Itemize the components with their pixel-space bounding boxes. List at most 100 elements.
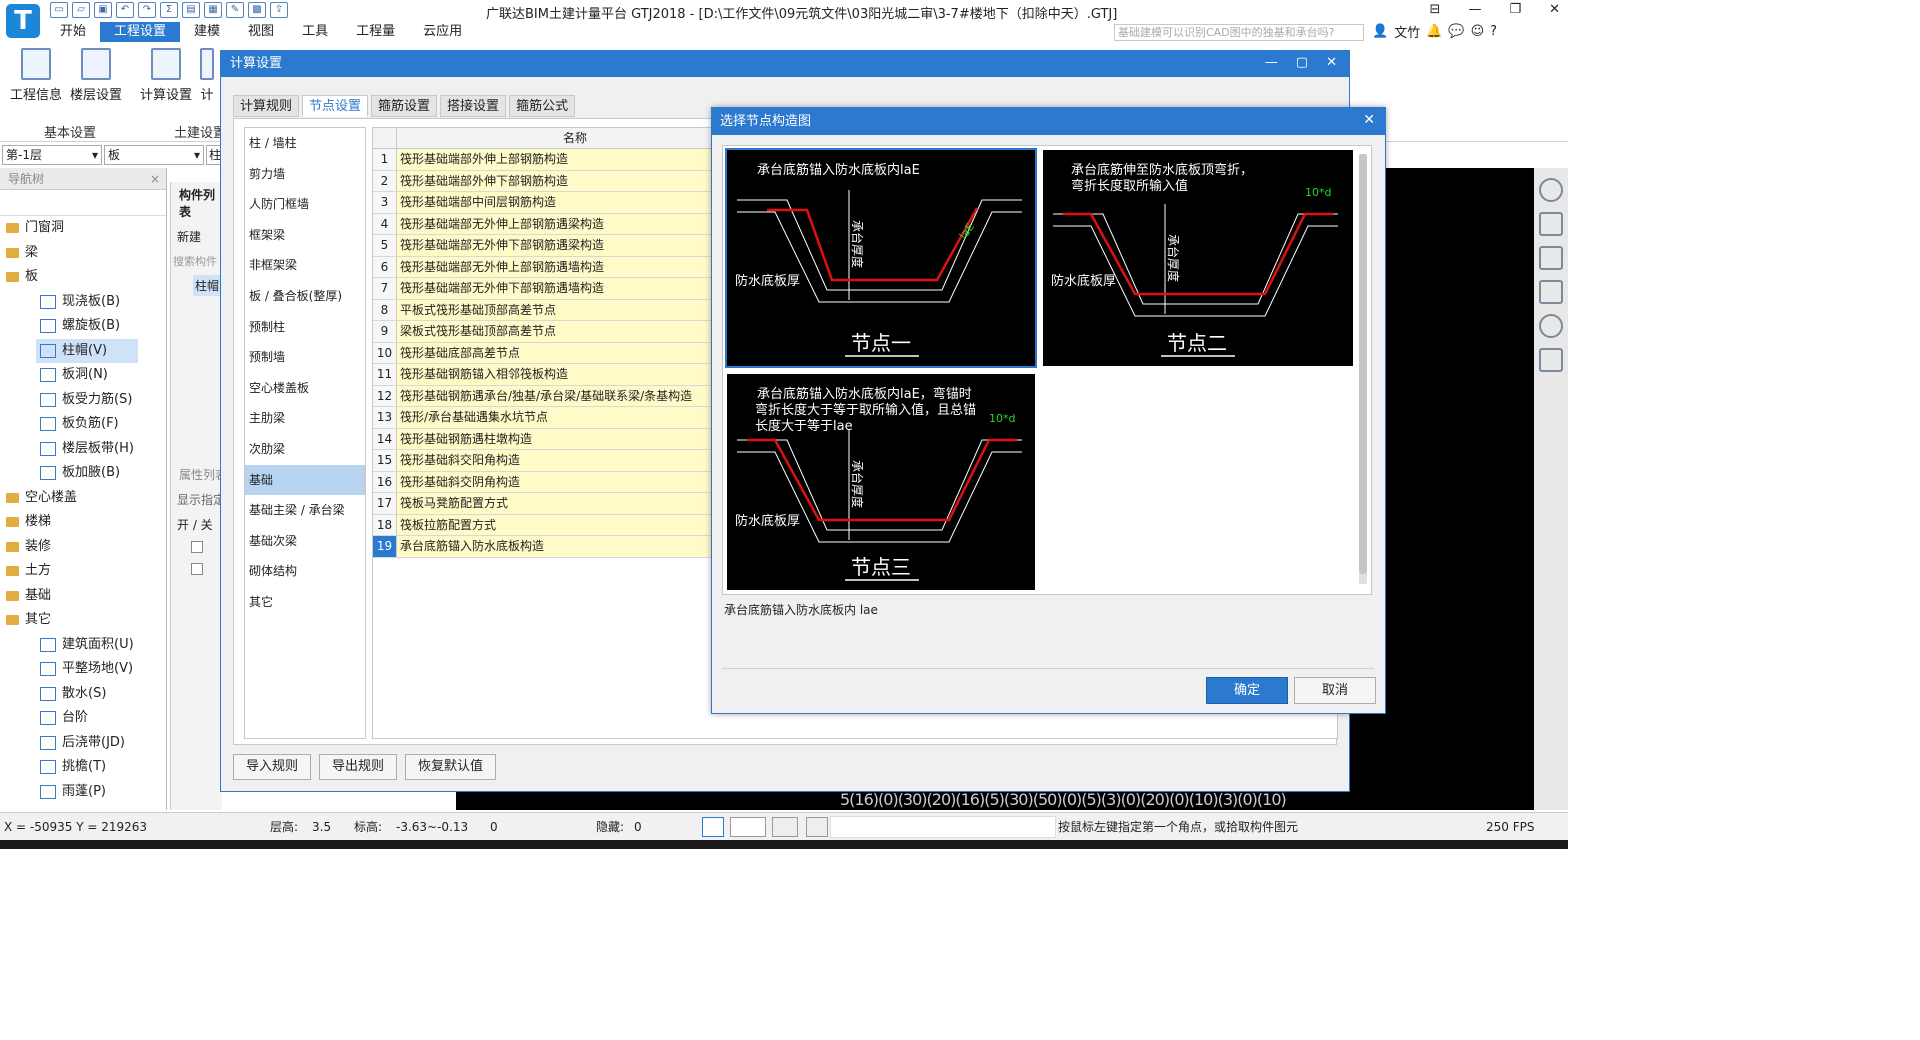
nav-item[interactable]: 梁 <box>0 241 166 266</box>
close-icon[interactable]: ✕ <box>1326 55 1337 70</box>
nav-item[interactable]: 台阶 <box>0 706 166 731</box>
tab-stirrup-formula[interactable]: 箍筋公式 <box>509 95 576 117</box>
tab-calc-rules[interactable]: 计算规则 <box>233 95 300 117</box>
nav-item[interactable]: 基础 <box>0 584 166 609</box>
category-item[interactable]: 砌体结构 <box>245 556 365 587</box>
category-item[interactable]: 板 / 叠合板(整厚) <box>245 281 365 312</box>
category-item[interactable]: 人防门框墙 <box>245 189 365 220</box>
category-item[interactable]: 预制墙 <box>245 342 365 373</box>
help-search-input[interactable]: 基础建模可以识别CAD图中的独基和承台吗? <box>1114 24 1364 41</box>
export-rules-button[interactable]: 导出规则 <box>319 754 398 780</box>
undo-icon[interactable]: ↶ <box>116 2 134 18</box>
maximize-icon[interactable]: ❐ <box>1509 2 1521 17</box>
snap-mode-icon[interactable] <box>730 817 766 837</box>
export-icon[interactable]: ⇪ <box>270 2 288 18</box>
nav-item[interactable]: 空心楼盖 <box>0 486 166 511</box>
category-item[interactable]: 主肋梁 <box>245 403 365 434</box>
nav-item[interactable]: 散水(S) <box>0 682 166 707</box>
nav-item[interactable]: 螺旋板(B) <box>0 314 166 339</box>
nav-item[interactable]: 建筑面积(U) <box>0 633 166 658</box>
node-diagram[interactable]: 承台底筋伸至防水底板顶弯折， 弯折长度取所输入值 防水底板厚 承台厚度 10*d 节点二 <box>1043 150 1353 366</box>
category-item[interactable]: 非框架梁 <box>245 250 365 281</box>
import-rules-button[interactable]: 导入规则 <box>233 754 312 780</box>
new-file-icon[interactable]: ▭ <box>50 2 68 18</box>
message-icon[interactable]: 💬 <box>1448 24 1464 39</box>
category-item[interactable]: 柱 / 墙柱 <box>245 128 365 159</box>
app-logo[interactable]: T <box>6 4 40 38</box>
nav-item[interactable]: 楼梯 <box>0 510 166 535</box>
category-item[interactable]: 预制柱 <box>245 312 365 343</box>
component-search-input[interactable]: 搜索构件 <box>171 245 222 269</box>
minimize-icon[interactable]: — <box>1468 2 1481 17</box>
save-icon[interactable]: ▣ <box>94 2 112 18</box>
nav-item[interactable]: 雨蓬(P) <box>0 780 166 805</box>
nav-item[interactable]: 板受力筋(S) <box>0 388 166 413</box>
category-item[interactable]: 其它 <box>245 587 365 618</box>
nav-item[interactable]: 后浇带(JD) <box>0 731 166 756</box>
nav-item[interactable]: 装修 <box>0 535 166 560</box>
view-3d-icon[interactable] <box>1539 212 1563 236</box>
scrollbar-thumb[interactable] <box>1359 154 1367 574</box>
category-item[interactable]: 剪力墙 <box>245 159 365 190</box>
rotate-icon[interactable] <box>1539 314 1563 338</box>
calc-rule-button[interactable]: 计 <box>200 48 214 103</box>
nav-item[interactable]: 板 <box>0 265 166 290</box>
menu-cloud[interactable]: 云应用 <box>409 22 476 42</box>
scrollbar[interactable] <box>1359 154 1367 584</box>
nav-item[interactable]: 板负筋(F) <box>0 412 166 437</box>
tab-stirrup-settings[interactable]: 箍筋设置 <box>371 95 438 117</box>
nav-item[interactable]: 门窗洞 <box>0 216 166 241</box>
node-diagram[interactable]: 承台底筋锚入防水底板内laE 防水底板厚 承台厚度 laE 节点一 <box>725 148 1037 368</box>
display-filter[interactable]: 显示指定 <box>171 483 222 508</box>
nav-item[interactable]: 土方 <box>0 559 166 584</box>
category-item[interactable]: 基础主梁 / 承台梁 <box>245 495 365 526</box>
tab-lap-settings[interactable]: 搭接设置 <box>440 95 507 117</box>
open-file-icon[interactable]: ▱ <box>72 2 90 18</box>
checkbox[interactable] <box>191 563 203 575</box>
user-name[interactable]: 文竹 <box>1394 22 1420 41</box>
menu-tools[interactable]: 工具 <box>288 22 342 42</box>
menu-modeling[interactable]: 建模 <box>180 22 234 42</box>
category-item[interactable]: 空心楼盖板 <box>245 373 365 404</box>
category-item[interactable]: 基础次梁 <box>245 526 365 557</box>
view-iso-icon[interactable] <box>1539 280 1563 304</box>
pen-icon[interactable]: ✎ <box>226 2 244 18</box>
component-item[interactable]: 柱帽 <box>193 275 222 296</box>
category-item[interactable]: 框架梁 <box>245 220 365 251</box>
nav-item[interactable]: 现浇板(B) <box>0 290 166 315</box>
floor-settings-button[interactable]: 楼层设置 <box>70 48 122 103</box>
menu-project-settings[interactable]: 工程设置 <box>100 22 181 42</box>
component-type-select[interactable]: 板 ▾ <box>104 145 204 165</box>
sum-icon[interactable]: Σ <box>160 2 178 18</box>
node-diagram[interactable]: 承台底筋锚入防水底板内laE，弯锚时 弯折长度大于等于取所输入值，且总锚 长度大于等… <box>727 374 1035 590</box>
cross-select-icon[interactable] <box>772 817 798 837</box>
menu-view[interactable]: 视图 <box>234 22 288 42</box>
category-item[interactable]: 基础 <box>245 464 365 496</box>
menu-quantity[interactable]: 工程量 <box>342 22 409 42</box>
menu-start[interactable]: 开始 <box>46 22 100 42</box>
close-icon[interactable]: ✕ <box>1549 2 1560 17</box>
category-item[interactable]: 次肋梁 <box>245 434 365 465</box>
redo-icon[interactable]: ↷ <box>138 2 156 18</box>
new-component-button[interactable]: 新建 <box>171 220 222 245</box>
grid-icon[interactable]: ▩ <box>248 2 266 18</box>
project-info-button[interactable]: 工程信息 <box>10 48 62 103</box>
layer-icon[interactable] <box>1539 348 1563 372</box>
nav-item[interactable]: 平整场地(V) <box>0 657 166 682</box>
tab-node-settings[interactable]: 节点设置 <box>302 95 369 117</box>
floor-select[interactable]: 第-1层 ▾ <box>2 145 102 165</box>
maximize-icon[interactable]: ▢ <box>1296 55 1308 70</box>
restore-icon[interactable]: ⊟ <box>1430 2 1441 17</box>
calc-settings-button[interactable]: 计算设置 <box>140 48 192 103</box>
cancel-button[interactable]: 取消 <box>1294 677 1376 704</box>
nav-item[interactable]: 柱帽(V) <box>36 338 138 363</box>
nav-close-icon[interactable]: × <box>150 168 160 190</box>
help-icon[interactable]: ? <box>1490 24 1497 39</box>
report-icon[interactable]: ▤ <box>182 2 200 18</box>
close-icon[interactable]: ✕ <box>1363 112 1375 128</box>
service-icon[interactable]: ☺ <box>1471 24 1485 39</box>
ok-button[interactable]: 确定 <box>1206 677 1288 704</box>
restore-defaults-button[interactable]: 恢复默认值 <box>405 754 497 780</box>
nav-item[interactable]: 楼层板带(H) <box>0 437 166 462</box>
nav-item[interactable]: 其它 <box>0 608 166 633</box>
